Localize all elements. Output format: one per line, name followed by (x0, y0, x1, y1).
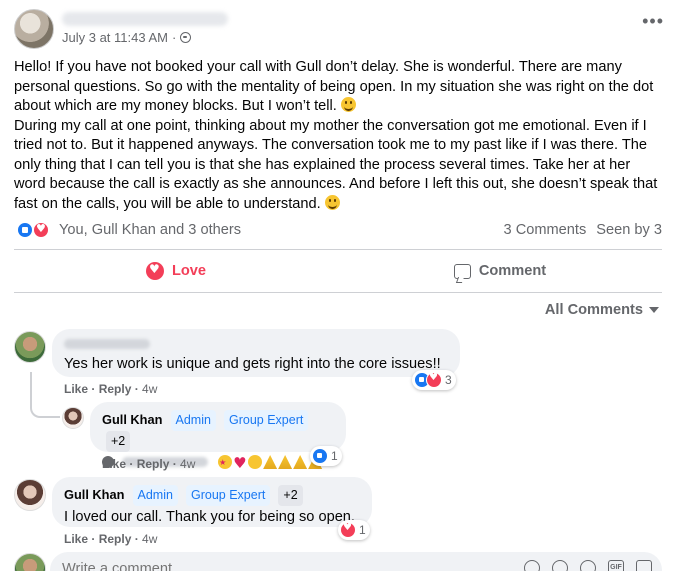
post-body: Hello! If you have not booked your call … (14, 58, 664, 214)
comment-header: Gull Khan Admin Group Expert +2 (64, 485, 360, 506)
emoji-picker-icon[interactable] (524, 560, 540, 571)
comment-bubble: Yes her work is unique and gets right in… (52, 329, 460, 377)
reply-link[interactable]: Reply (99, 532, 132, 546)
admin-badge: Admin (132, 485, 178, 506)
comment-time[interactable]: 4w (142, 382, 157, 396)
comment-reaction-count[interactable]: 1 (338, 520, 370, 540)
post-meta: July 3 at 11:43 AM · (62, 30, 192, 45)
love-icon (340, 522, 356, 538)
camera-icon[interactable] (552, 560, 568, 571)
reaction-icons[interactable] (16, 221, 56, 239)
meta-separator: · (172, 30, 177, 45)
post-paragraph-text: Hello! If you have not booked your call … (14, 59, 654, 114)
reactions-summary: You, Gull Khan and 3 others 3 Comments S… (14, 219, 664, 241)
comment-reaction-count[interactable]: 3 (412, 370, 456, 390)
comment-actions: Like · Reply · 4w (64, 532, 158, 546)
comment-composer: GIF (50, 552, 662, 571)
globe-icon (180, 32, 192, 43)
commenter-avatar[interactable] (62, 407, 84, 429)
sticker-icon[interactable] (636, 560, 652, 571)
comments-filter-label: All Comments (544, 302, 643, 318)
reply-link[interactable]: Reply (99, 382, 132, 396)
avatar-sticker-icon[interactable] (580, 560, 596, 571)
group-expert-badge: Group Expert (224, 410, 309, 431)
comment-text: Yes her work is unique and gets right in… (64, 356, 441, 372)
pray-emoji-icon (293, 455, 308, 469)
reaction-count: 1 (359, 523, 366, 537)
like-icon (312, 448, 328, 464)
comment-header: Gull Khan Admin Group Expert +2 (102, 410, 334, 452)
commenter-name[interactable]: Gull Khan (102, 412, 162, 427)
comment-reaction-count[interactable]: 1 (310, 446, 342, 466)
smile-emoji-icon (340, 97, 356, 112)
more-badges[interactable]: +2 (106, 431, 131, 452)
pray-emoji-icon (278, 455, 293, 469)
like-link[interactable]: Like (64, 532, 88, 546)
more-badges[interactable]: +2 (278, 485, 303, 506)
divider (14, 249, 662, 250)
commenter-avatar[interactable] (14, 479, 46, 511)
action-bar: Love Comment (14, 253, 662, 289)
composer-tools: GIF (524, 560, 652, 571)
gif-icon[interactable]: GIF (608, 560, 624, 571)
comment-button[interactable]: Comment (338, 253, 662, 289)
reply-thread-line (30, 372, 60, 418)
seen-count[interactable]: Seen by 3 (596, 222, 662, 238)
love-icon (145, 262, 164, 280)
comment-time[interactable]: 4w (142, 532, 157, 546)
divider (14, 292, 662, 293)
reaction-names[interactable]: You, Gull Khan and 3 others (59, 222, 241, 238)
post-paragraph: During my call at one point, thinking ab… (14, 117, 664, 215)
commenter-avatar[interactable] (14, 331, 46, 363)
emoji-row (218, 453, 323, 472)
post-header: July 3 at 11:43 AM · ••• (14, 8, 664, 50)
caret-down-icon (649, 307, 659, 313)
smile-emoji-icon (324, 194, 340, 210)
heart-emoji-icon (233, 455, 247, 469)
comment-time[interactable]: 4w (180, 457, 195, 471)
comments-count[interactable]: 3 Comments (504, 222, 587, 238)
commenter-name[interactable]: Gull Khan (64, 487, 124, 502)
comment-bubble: Gull Khan Admin Group Expert +2 (90, 402, 346, 472)
like-link[interactable]: Like (102, 457, 126, 471)
comment-input[interactable] (62, 561, 362, 571)
kiss-emoji-icon (248, 455, 263, 469)
post-timestamp[interactable]: July 3 at 11:43 AM (62, 30, 168, 45)
reaction-count: 1 (331, 449, 338, 463)
love-label: Love (171, 263, 207, 279)
comment-actions: Like · Reply · 4w (64, 382, 158, 396)
admin-badge: Admin (170, 410, 216, 431)
comment-text: I loved our call. Thank you for being so… (64, 509, 355, 525)
comment-bubble: Gull Khan Admin Group Expert +2 I loved … (52, 477, 372, 527)
love-button[interactable]: Love (14, 253, 338, 289)
like-link[interactable]: Like (64, 382, 88, 396)
current-user-avatar[interactable] (14, 553, 46, 571)
more-options-icon[interactable]: ••• (642, 12, 664, 30)
commenter-name-redacted[interactable] (64, 339, 150, 349)
love-icon (32, 221, 50, 239)
post-paragraph: Hello! If you have not booked your call … (14, 58, 664, 117)
love-icon (426, 372, 442, 388)
star-eyes-emoji-icon (218, 453, 233, 472)
pray-emoji-icon (263, 455, 278, 469)
reply-link[interactable]: Reply (137, 457, 170, 471)
comment-label: Comment (478, 263, 547, 279)
author-avatar[interactable] (14, 9, 54, 49)
post-stats: 3 Comments Seen by 3 (504, 222, 662, 238)
group-expert-badge: Group Expert (186, 485, 271, 506)
comment-icon (453, 263, 471, 279)
reaction-count: 3 (445, 373, 452, 387)
comments-filter[interactable]: All Comments (545, 302, 659, 318)
author-name-redacted[interactable] (62, 12, 228, 26)
comment-actions: Like · Reply · 4w (102, 457, 196, 471)
